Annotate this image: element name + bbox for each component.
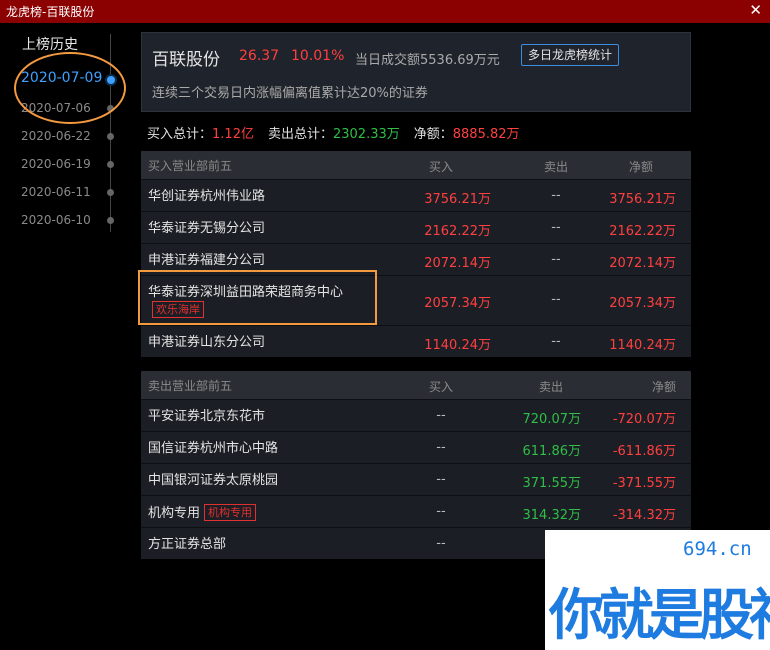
branch-name-text: 申港证券山东分公司: [148, 335, 266, 350]
header-name: 卖出营业部前五: [148, 379, 233, 393]
sell-table-header: 卖出营业部前五 买入 卖出 净额: [141, 371, 691, 399]
table-row[interactable]: 机构专用 机构专用 -- 314.32万 -314.32万: [141, 495, 691, 527]
branch-name-text: 机构专用: [148, 506, 201, 521]
watermark-url: 694.cn: [683, 538, 752, 560]
buy-total-label: 买入总计：: [147, 127, 213, 142]
cell-net: -371.55万: [612, 476, 676, 491]
multi-day-stats-button[interactable]: 多日龙虎榜统计: [521, 44, 620, 66]
sell-total-label: 卖出总计：: [267, 127, 333, 142]
branch-name: 华创证券杭州伟业路: [148, 188, 363, 205]
table-row[interactable]: 华泰证券无锡分公司 2162.22万 -- 2162.22万: [141, 211, 691, 243]
listing-reason: 连续三个交易日内涨幅偏离值累计达20%的证券: [152, 86, 428, 101]
history-date-item[interactable]: 2020-06-11: [0, 183, 118, 203]
timeline-dot-icon: [107, 133, 114, 140]
history-date-label: 2020-06-11: [21, 185, 91, 199]
stock-change-pct: 10.01%: [291, 48, 345, 64]
cell-buy: 3756.21万: [424, 192, 491, 207]
net-label: 净额：: [413, 127, 453, 142]
stock-name: 百联股份: [152, 50, 220, 70]
history-date-label: 2020-06-22: [21, 129, 91, 143]
stock-card: 百联股份 26.37 10.01% 当日成交额5536.69万元 多日龙虎榜统计…: [141, 32, 691, 112]
net-value: 8885.82万: [452, 127, 520, 142]
cell-buy: --: [436, 440, 446, 455]
cell-net: -611.86万: [612, 444, 676, 459]
timeline-dot-icon: [107, 161, 114, 168]
timeline-dot-icon: [107, 189, 114, 196]
sell-total-value: 2302.33万: [332, 127, 400, 142]
branch-name-text: 中国银河证券太原桃园: [148, 473, 279, 488]
header-buy: 买入: [428, 380, 453, 394]
header-net: 净额: [628, 160, 653, 174]
branch-name: 机构专用 机构专用: [148, 504, 363, 522]
close-icon[interactable]: ✕: [749, 1, 762, 19]
cell-buy: 2162.22万: [424, 224, 491, 239]
cell-net: 2072.14万: [609, 256, 676, 271]
annotation-ellipse: [14, 52, 126, 124]
branch-name: 申港证券山东分公司: [148, 334, 363, 351]
stock-price: 26.37: [239, 48, 280, 64]
branch-name-text: 申港证券福建分公司: [148, 253, 266, 268]
cell-net: -314.32万: [612, 508, 676, 523]
cell-buy: --: [436, 472, 446, 487]
watermark: 694.cn 你就是股神: [545, 530, 770, 650]
branch-name-text: 平安证券北京东花市: [148, 409, 266, 424]
table-row[interactable]: 华创证券杭州伟业路 3756.21万 -- 3756.21万: [141, 179, 691, 211]
cell-net: -720.07万: [612, 412, 676, 427]
cell-buy: 1140.24万: [424, 338, 491, 353]
table-row[interactable]: 平安证券北京东花市 -- 720.07万 -720.07万: [141, 399, 691, 431]
header-sell: 卖出: [543, 160, 568, 174]
watermark-text: 你就是股神: [549, 583, 770, 647]
history-date-item[interactable]: 2020-06-10: [0, 211, 118, 231]
history-date-item[interactable]: 2020-06-19: [0, 155, 118, 175]
branch-name: 国信证券杭州市心中路: [148, 440, 363, 457]
cell-buy: 2057.34万: [424, 296, 491, 311]
timeline-dot-icon: [107, 217, 114, 224]
header-sell: 卖出: [538, 380, 563, 394]
cell-buy: --: [436, 504, 446, 519]
annotation-rectangle: [138, 270, 377, 325]
stock-turnover: 当日成交额5536.69万元: [355, 53, 500, 68]
history-date-label: 2020-06-19: [21, 157, 91, 171]
cell-net: 1140.24万: [609, 338, 676, 353]
branch-name: 方正证券总部: [148, 536, 363, 553]
history-date-label: 2020-06-10: [21, 213, 91, 227]
table-row[interactable]: 申港证券山东分公司 1140.24万 -- 1140.24万: [141, 325, 691, 357]
header-net: 净额: [651, 380, 676, 394]
summary-line: 买入总计：1.12亿 卖出总计：2302.33万 净额：8885.82万: [147, 123, 520, 142]
branch-name-text: 国信证券杭州市心中路: [148, 441, 279, 456]
buy-total-value: 1.12亿: [212, 127, 254, 142]
table-row[interactable]: 国信证券杭州市心中路 -- 611.86万 -611.86万: [141, 431, 691, 463]
cell-buy: 2072.14万: [424, 256, 491, 271]
window-title: 龙虎榜-百联股份: [6, 5, 95, 19]
branch-tag-badge: 机构专用: [204, 504, 257, 521]
branch-name-text: 华创证券杭州伟业路: [148, 189, 266, 204]
title-bar: 龙虎榜-百联股份 ✕: [0, 0, 770, 23]
header-name: 买入营业部前五: [148, 159, 233, 173]
branch-name: 中国银河证券太原桃园: [148, 472, 363, 489]
history-title: 上榜历史: [22, 37, 78, 53]
cell-buy: --: [436, 536, 446, 551]
cell-net: 2057.34万: [609, 296, 676, 311]
header-buy: 买入: [428, 160, 453, 174]
branch-name-text: 华泰证券无锡分公司: [148, 221, 266, 236]
branch-name-text: 方正证券总部: [148, 537, 227, 552]
table-row[interactable]: 中国银河证券太原桃园 -- 371.55万 -371.55万: [141, 463, 691, 495]
branch-name: 申港证券福建分公司: [148, 252, 363, 269]
history-date-item[interactable]: 2020-06-22: [0, 127, 118, 147]
cell-buy: --: [436, 408, 446, 423]
cell-net: 3756.21万: [609, 192, 676, 207]
cell-net: 2162.22万: [609, 224, 676, 239]
buy-table: 买入营业部前五 买入 卖出 净额 华创证券杭州伟业路 3756.21万 -- 3756…: [141, 151, 691, 357]
buy-table-header: 买入营业部前五 买入 卖出 净额: [141, 151, 691, 179]
branch-name: 平安证券北京东花市: [148, 408, 363, 425]
branch-name: 华泰证券无锡分公司: [148, 220, 363, 237]
